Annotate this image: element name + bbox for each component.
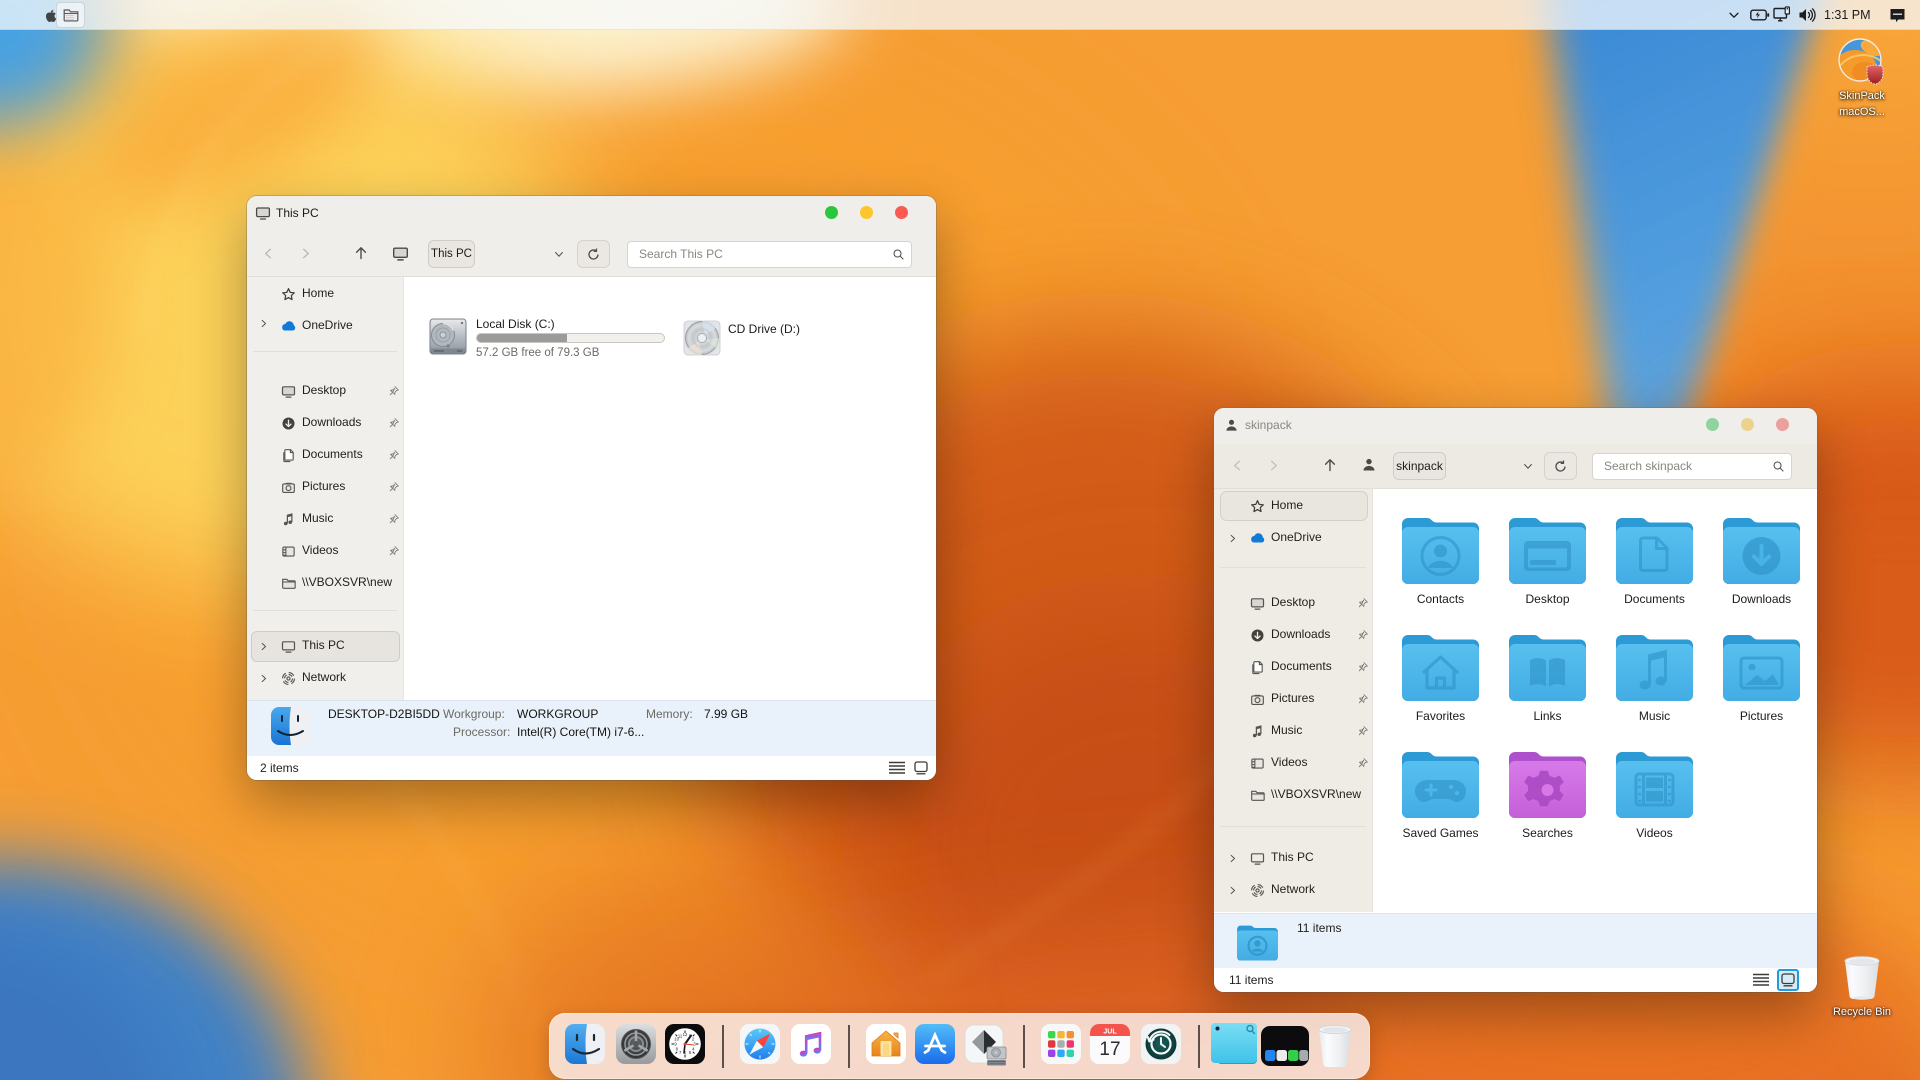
svg-text:17: 17 xyxy=(1099,1039,1120,1060)
svg-text:JUL: JUL xyxy=(1103,1029,1117,1036)
svg-text:11: 11 xyxy=(678,1034,683,1039)
svg-text:12: 12 xyxy=(683,1032,688,1037)
